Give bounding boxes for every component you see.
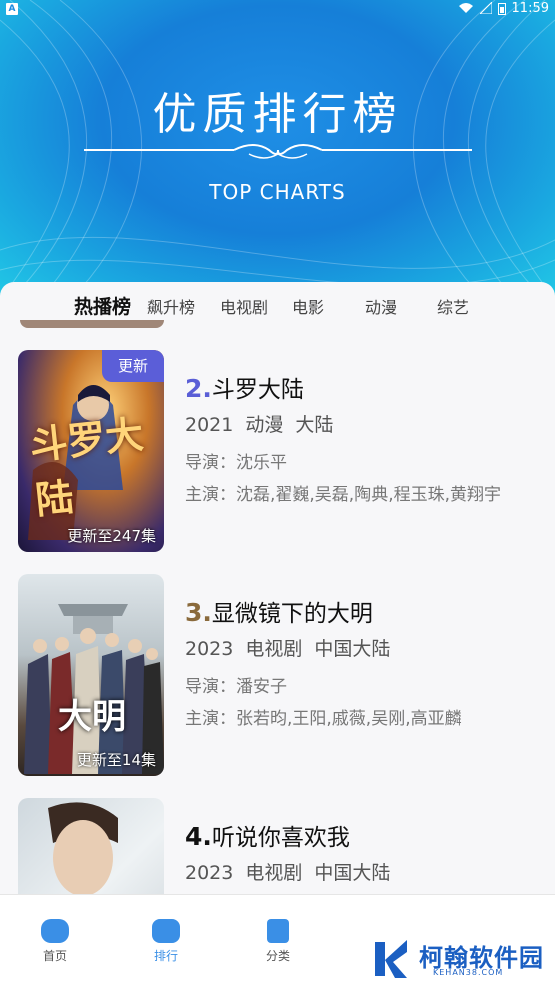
battery-icon	[497, 2, 506, 15]
item-meta: 2021 动漫 大陆	[185, 414, 334, 436]
nav-home-label: 首页	[42, 949, 67, 963]
rank-number: 2.	[185, 374, 212, 403]
poster-image[interactable]: 大明 更新至14集	[18, 574, 164, 776]
tab-tv[interactable]: 电视剧	[220, 294, 268, 318]
item-meta: 2023 电视剧 中国大陆	[185, 638, 391, 660]
tab-anime[interactable]: 动漫	[365, 294, 397, 318]
list-item[interactable]: 斗罗大陆 更新 更新至247集 2.斗罗大陆 2021 动漫 大陆 导演：沈乐平…	[0, 350, 555, 555]
rank-number: 3.	[185, 598, 212, 627]
previous-poster-edge	[20, 320, 164, 328]
ornament-divider	[84, 144, 472, 159]
status-bar: A 11:59	[0, 0, 555, 18]
signal-icon	[479, 2, 492, 14]
nav-rank[interactable]: 排行	[131, 913, 201, 964]
tab-movie[interactable]: 电影	[292, 294, 324, 318]
rank-icon	[152, 919, 180, 943]
nav-category-label: 分类	[265, 949, 290, 963]
item-director: 导演：潘安子	[185, 677, 287, 697]
nav-category[interactable]: 分类	[243, 913, 313, 964]
tab-variety[interactable]: 综艺	[437, 294, 469, 318]
nav-home[interactable]: 首页	[20, 913, 90, 964]
rank-number: 4.	[185, 822, 212, 851]
tab-hot[interactable]: 热播榜	[74, 292, 131, 319]
item-cast: 主演：沈磊,翟巍,吴磊,陶典,程玉珠,黄翔宇	[185, 485, 502, 505]
item-meta: 2023 电视剧 中国大陆	[185, 862, 391, 884]
notification-icon: A	[6, 3, 18, 15]
poster-figures	[48, 802, 118, 894]
clock: 11:59	[511, 0, 549, 16]
watermark-logo-icon	[375, 940, 407, 978]
watermark: 柯翰软件园 KEHAN38.COM	[355, 934, 555, 985]
item-cast: 主演：张若昀,王阳,戚薇,吴刚,高亚麟	[185, 709, 462, 729]
category-icon	[267, 919, 289, 943]
poster-title: 大明	[58, 697, 126, 737]
wifi-icon	[458, 3, 473, 13]
update-badge: 更新	[102, 350, 164, 382]
hero-subtitle: TOP CHARTS	[209, 180, 346, 204]
episode-count: 更新至247集	[67, 527, 156, 545]
poster-title: 斗罗大陆	[27, 411, 146, 523]
watermark-url: KEHAN38.COM	[433, 968, 504, 977]
nav-rank-label: 排行	[153, 949, 178, 963]
ranking-panel: 热播榜 飙升榜 电视剧 电影 动漫 综艺 斗罗大陆 更新 更新至247集 2.斗…	[0, 282, 555, 894]
list-item[interactable]: 大明 更新至14集 3.显微镜下的大明 2023 电视剧 中国大陆 导演：潘安子…	[0, 574, 555, 779]
hero-banner: A 11:59 优质排行榜 TOP CHARTS	[0, 0, 555, 300]
poster-figures	[24, 604, 164, 774]
poster-image[interactable]: 斗罗大陆 更新 更新至247集	[18, 350, 164, 552]
item-title: 斗罗大陆	[211, 377, 304, 403]
episode-count: 更新至14集	[76, 751, 156, 769]
hero-title: 优质排行榜	[152, 89, 403, 140]
tab-rising[interactable]: 飙升榜	[147, 294, 195, 318]
item-director: 导演：沈乐平	[185, 453, 287, 473]
item-title-row[interactable]: 4.听说你喜欢我	[185, 818, 350, 852]
item-title: 听说你喜欢我	[211, 825, 350, 851]
item-title-row[interactable]: 2.斗罗大陆	[185, 370, 304, 404]
poster-image[interactable]	[18, 798, 164, 894]
list-item[interactable]: 4.听说你喜欢我 2023 电视剧 中国大陆	[0, 798, 555, 894]
item-title-row[interactable]: 3.显微镜下的大明	[185, 594, 373, 628]
item-title: 显微镜下的大明	[211, 601, 373, 627]
home-icon	[41, 919, 69, 943]
